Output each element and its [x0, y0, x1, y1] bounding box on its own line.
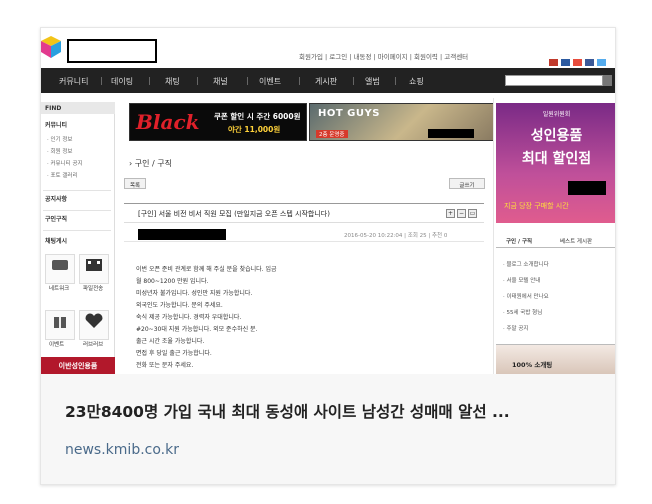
love-tile[interactable]: [79, 310, 109, 340]
body-line: 숙식 제공 가능합니다. 경력자 우대합니다.: [136, 314, 242, 321]
banner-line: 쿠폰 할인 시 주간 6000원: [214, 112, 301, 121]
hot-guys-banner-ad[interactable]: HOT GUYS 2층 운영중: [309, 103, 494, 141]
tile-label: 이벤트: [49, 342, 65, 348]
banner-text: 100% 소개팅: [512, 361, 553, 369]
body-line: 미성년자 불가입니다. 성인만 지원 가능합니다.: [136, 290, 253, 297]
right-list-item[interactable]: · 블로그 소개합니다: [503, 260, 549, 268]
tile-label: 러브러브: [83, 342, 104, 348]
site-nav: 커뮤니티 데이팅 채팅 채널 이벤트 게시판 앨범 쇼핑: [41, 68, 615, 93]
source-link[interactable]: news.kmib.co.kr: [65, 442, 179, 458]
print-icon[interactable]: ▭: [468, 209, 477, 218]
sidebar-item[interactable]: · 커뮤니티 공지: [47, 159, 83, 167]
post-title-bar: [구인] 서울 비전 비서 직원 모집 (만일지금 오픈 스텝 시작합니다) +…: [124, 203, 484, 223]
banner-bottom: 지금 당장 구매할 시간: [504, 202, 569, 210]
banner-line: 최대 할인점: [521, 151, 592, 167]
sidebar-heading[interactable]: 커뮤니티: [45, 120, 67, 129]
nav-item[interactable]: 게시판: [315, 76, 337, 87]
plus-icon[interactable]: +: [446, 209, 455, 218]
heart-icon: [85, 313, 103, 328]
sidebar-item[interactable]: · 포토 갤러리: [47, 171, 78, 179]
minus-icon[interactable]: −: [457, 209, 466, 218]
adult-goods-banner-ad[interactable]: 일원위원회 성인용품 최대 할인점 지금 당장 구매할 시간: [496, 103, 615, 223]
nav-item[interactable]: 채널: [213, 76, 228, 87]
nav-item[interactable]: 채팅: [165, 76, 180, 87]
post-title: [구인] 서울 비전 비서 직원 모집 (만일지금 오픈 스텝 시작합니다): [138, 210, 330, 218]
right-list-item[interactable]: · 서울 모텔 안내: [503, 276, 540, 284]
nav-item[interactable]: 쇼핑: [409, 76, 424, 87]
nav-item[interactable]: 데이팅: [111, 76, 133, 87]
dating-banner-ad[interactable]: 100% 소개팅: [496, 344, 615, 374]
post-meta-row: 2016-05-20 10:22:04 | 조회 25 | 추천 0: [124, 228, 484, 242]
body-line: #20~30대 지원 가능합니다. 외모 준수하신 분.: [136, 326, 258, 333]
breadcrumb: › 구인 / 구직: [129, 159, 172, 168]
nav-item[interactable]: 이벤트: [259, 76, 281, 87]
nav-item[interactable]: 커뮤니티: [59, 76, 88, 87]
sidebar-item[interactable]: · 인기 정보: [47, 135, 73, 143]
file-tile[interactable]: [79, 254, 109, 284]
post-meta: 2016-05-20 10:22:04 | 조회 25 | 추천 0: [344, 233, 448, 239]
left-sidebar: FIND 커뮤니티 · 인기 정보 · 회원 정보 · 커뮤니티 공지 · 포토…: [41, 102, 115, 374]
banner-top: 일원위원회: [542, 111, 571, 118]
redaction-bar: [568, 181, 606, 195]
list-button[interactable]: 목록: [124, 178, 146, 189]
right-list-item[interactable]: · 주말 공지: [503, 324, 529, 332]
redacted-author: [138, 229, 226, 240]
tile-label: 네트워크: [49, 286, 70, 292]
body-line: 월 800~1200 만원 입니다.: [136, 278, 209, 285]
site-logo-icon: [41, 36, 61, 58]
search-icon[interactable]: [603, 75, 612, 86]
body-line: 전화 또는 문자 주세요.: [136, 362, 194, 369]
right-tabs: 구인 / 구직 베스트 게시판: [496, 234, 615, 248]
body-line: 면접 후 당일 출근 가능합니다.: [136, 350, 212, 357]
sidebar-item[interactable]: · 회원 정보: [47, 147, 73, 155]
card-caption: 23만8400명 가입 국내 최대 동성애 사이트 남성간 성매매 알선 ...…: [41, 374, 615, 484]
right-list-item[interactable]: · 이태원에서 만나요: [503, 292, 549, 300]
adult-shop-ad[interactable]: 이반성인용품: [41, 357, 115, 374]
banner-brand: Black: [136, 110, 200, 134]
banner-sub: 2층 운영중: [316, 130, 348, 138]
gift-icon: [54, 317, 66, 328]
network-tile[interactable]: [45, 254, 75, 284]
chat-icon: [52, 260, 68, 270]
article-screenshot: 회원가입 | 로그인 | 내동정 | 마이페이지 | 회원이력 | 고객센터 커…: [41, 28, 615, 374]
banner-line: 성인용품: [530, 128, 583, 144]
black-banner-ad[interactable]: Black 쿠폰 할인 시 주간 6000원 야간 11,000원: [129, 103, 307, 141]
banner-brand: HOT GUYS: [318, 108, 380, 119]
film-icon: [86, 259, 102, 271]
sidebar-heading[interactable]: 공지사항: [45, 194, 67, 203]
sidebar-heading[interactable]: 채팅게시: [45, 236, 67, 245]
body-line: 출근 시간 조율 가능합니다.: [136, 338, 205, 345]
article-headline[interactable]: 23만8400명 가입 국내 최대 동성애 사이트 남성간 성매매 알선 ...: [65, 400, 595, 422]
top-links[interactable]: 회원가입 | 로그인 | 내동정 | 마이페이지 | 회원이력 | 고객센터: [299, 51, 468, 61]
tile-label: 파일전송: [83, 286, 104, 292]
write-button[interactable]: 글쓰기: [449, 178, 485, 189]
redaction-bar: [428, 129, 474, 138]
sidebar-heading[interactable]: 구인구직: [45, 214, 67, 223]
banner-line: 야간 11,000원: [228, 125, 281, 134]
find-label: FIND: [41, 102, 115, 114]
nav-item[interactable]: 앨범: [365, 76, 380, 87]
tab-jobs[interactable]: 구인 / 구직: [506, 237, 532, 245]
right-list-item[interactable]: · 55세 국밥 형님: [503, 308, 542, 316]
event-tile[interactable]: [45, 310, 75, 340]
body-line: 이번 오픈 준비 관계로 함께 해 주실 분을 찾습니다. 입금: [136, 266, 277, 273]
tab-best[interactable]: 베스트 게시판: [560, 237, 592, 245]
redacted-site-name: [67, 39, 157, 63]
news-card[interactable]: 회원가입 | 로그인 | 내동정 | 마이페이지 | 회원이력 | 고객센터 커…: [40, 27, 616, 485]
body-line: 외국인도 가능합니다. 문의 주세요.: [136, 302, 223, 309]
site-search-input[interactable]: [505, 75, 603, 86]
